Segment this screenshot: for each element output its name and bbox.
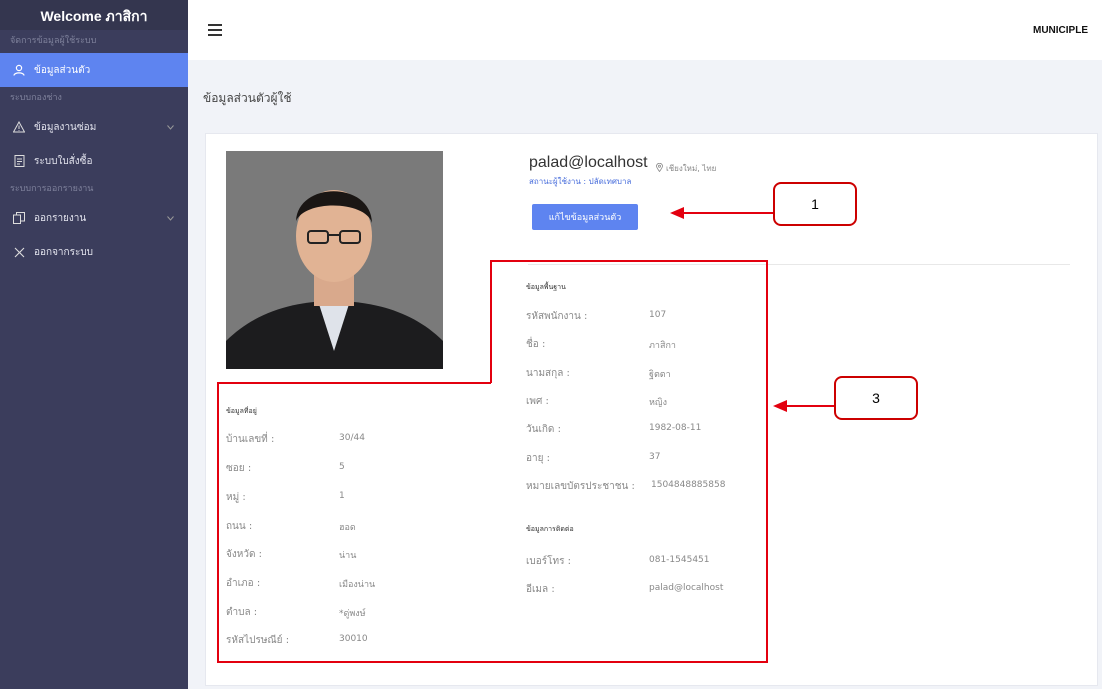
last-name-value: ฐิตตา <box>649 370 671 380</box>
postcode-label: รหัสไปรษณีย์ : <box>226 635 290 646</box>
annotation-callout-3: 3 <box>834 376 918 420</box>
first-name-value: ภาสิกา <box>649 341 676 351</box>
road-label: ถนน : <box>226 521 253 532</box>
profile-location: เชียงใหม่, ไทย <box>656 162 716 175</box>
citizen-id-value: 1504848885858 <box>651 480 726 490</box>
page-header: ข้อมูลส่วนตัวผู้ใช้ <box>188 60 1102 130</box>
sidebar-item-label: ข้อมูลงานซ่อม <box>34 121 97 133</box>
chevron-down-icon <box>167 122 174 133</box>
district-value: เมืองน่าน <box>339 580 376 590</box>
contact-info-title: ข้อมูลการติดต่อ <box>526 525 574 533</box>
sidebar: Welcome ภาสิกา จัดการข้อมูลผู้ใช้ระบบ ข้… <box>0 0 188 689</box>
user-icon <box>12 63 26 77</box>
phone-label: เบอร์โทร : <box>526 556 572 567</box>
subdistrict-value: *ดู่พงษ์ <box>339 609 366 619</box>
moo-label: หมู่ : <box>226 492 246 503</box>
citizen-id-label: หมายเลขบัตรประชาชน : <box>526 481 635 492</box>
sidebar-item-report[interactable]: ออกรายงาน <box>0 201 188 235</box>
sidebar-item-label: ออกรายงาน <box>34 212 87 224</box>
contact-email-value: palad@localhost <box>649 583 724 593</box>
app-brand: MUNICIPLE <box>1033 25 1088 36</box>
sidebar-heading-users: จัดการข้อมูลผู้ใช้ระบบ <box>10 36 97 46</box>
soi-value: 5 <box>339 462 345 472</box>
sidebar-item-label: ออกจากระบบ <box>34 246 94 258</box>
menu-icon[interactable] <box>208 24 222 36</box>
copy-icon <box>12 211 26 225</box>
birthdate-value: 1982-08-11 <box>649 423 702 433</box>
soi-label: ซอย : <box>226 463 252 474</box>
divider <box>528 264 1070 265</box>
birthdate-label: วันเกิด : <box>526 424 561 435</box>
district-label: อำเภอ : <box>226 578 261 589</box>
last-name-label: นามสกุล : <box>526 368 570 379</box>
sidebar-item-logout[interactable]: ออกจากระบบ <box>0 235 188 269</box>
sidebar-item-label: ระบบใบสั่งซื้อ <box>34 155 93 167</box>
gender-label: เพศ : <box>526 396 549 407</box>
age-label: อายุ : <box>526 453 551 464</box>
house-no-label: บ้านเลขที่ : <box>226 434 275 445</box>
location-pin-icon <box>656 162 663 174</box>
top-bar: MUNICIPLE <box>188 0 1102 60</box>
road-value: ฮอด <box>339 523 356 533</box>
edit-profile-button[interactable]: แก้ไขข้อมูลส่วนตัว <box>532 204 638 230</box>
phone-value: 081-1545451 <box>649 555 710 565</box>
contact-email-label: อีเมล : <box>526 584 555 595</box>
employee-id-label: รหัสพนักงาน : <box>526 311 588 322</box>
annotation-callout-1: 1 <box>773 182 857 226</box>
page-title: ข้อมูลส่วนตัวผู้ใช้ <box>203 91 292 105</box>
warning-icon <box>12 120 26 134</box>
location-text: เชียงใหม่, ไทย <box>666 164 717 173</box>
sidebar-item-profile[interactable]: ข้อมูลส่วนตัว <box>0 53 188 87</box>
first-name-label: ชื่อ : <box>526 339 546 350</box>
profile-photo <box>226 151 443 369</box>
province-value: น่าน <box>339 551 357 561</box>
document-icon <box>12 154 26 168</box>
user-status: สถานะผู้ใช้งาน : ปลัดเทศบาล <box>529 177 632 186</box>
close-icon <box>12 245 26 259</box>
sidebar-item-order[interactable]: ระบบใบสั่งซื้อ <box>0 144 188 178</box>
house-no-value: 30/44 <box>339 433 365 443</box>
province-label: จังหวัด : <box>226 549 262 560</box>
age-value: 37 <box>649 452 661 462</box>
profile-card: palad@localhost เชียงใหม่, ไทย สถานะผู้ใ… <box>205 133 1098 686</box>
sidebar-heading-engineering: ระบบกองช่าง <box>10 93 62 103</box>
sidebar-item-repair[interactable]: ข้อมูลงานซ่อม <box>0 110 188 144</box>
moo-value: 1 <box>339 491 345 501</box>
postcode-value: 30010 <box>339 634 368 644</box>
sidebar-item-label: ข้อมูลส่วนตัว <box>34 64 91 76</box>
address-info-title: ข้อมูลที่อยู่ <box>226 407 257 415</box>
chevron-down-icon <box>167 213 174 224</box>
sidebar-brand: Welcome ภาสิกา <box>0 0 188 30</box>
basic-info-title: ข้อมูลพื้นฐาน <box>526 283 566 291</box>
gender-value: หญิง <box>649 398 667 408</box>
sidebar-heading-report: ระบบการออกรายงาน <box>10 184 94 194</box>
subdistrict-label: ตำบล : <box>226 607 258 618</box>
employee-id-value: 107 <box>649 310 667 320</box>
profile-email-heading: palad@localhost <box>529 154 648 171</box>
